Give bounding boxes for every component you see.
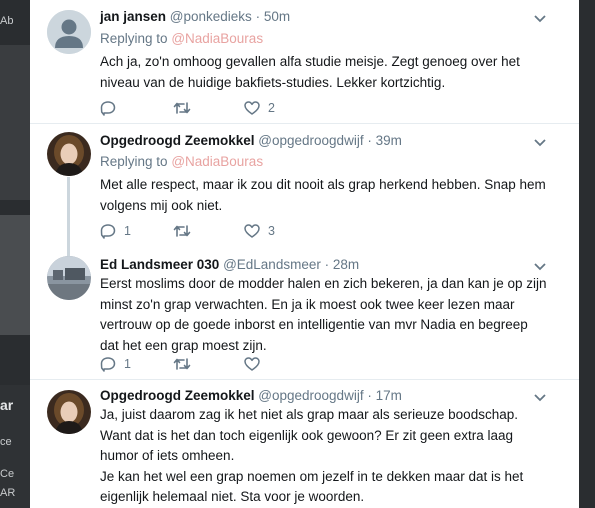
- display-name[interactable]: Ed Landsmeer 030: [100, 257, 219, 272]
- like-button[interactable]: 3: [244, 222, 275, 240]
- timestamp[interactable]: 17m: [376, 388, 402, 403]
- avatar[interactable]: [47, 10, 91, 54]
- background-photo: [0, 45, 30, 200]
- background-page-right: [579, 0, 595, 508]
- tweet-paragraph: Je kan het wel een grap noemen om jezelf…: [100, 468, 524, 505]
- replying-to: Replying to @NadiaBouras: [100, 153, 263, 171]
- chevron-down-icon[interactable]: [533, 393, 547, 403]
- background-text-fragment: ce: [0, 436, 12, 448]
- timestamp[interactable]: 28m: [333, 257, 359, 272]
- background-text-fragment: Ce: [0, 468, 15, 480]
- replying-to-label: Replying to: [100, 31, 168, 46]
- mention-link[interactable]: @NadiaBouras: [171, 154, 263, 169]
- replying-to-label: Replying to: [100, 154, 168, 169]
- tweet-header: Ed Landsmeer 030 @EdLandsmeer · 28m: [100, 256, 359, 274]
- user-handle[interactable]: @opgedroogdwijf: [258, 133, 363, 148]
- separator-dot: ·: [255, 9, 261, 24]
- reply-button[interactable]: 1: [100, 355, 131, 373]
- conversation-panel: jan jansen @ponkedieks · 50m Replying to…: [30, 0, 579, 508]
- retweet-icon: [173, 358, 191, 370]
- reply-icon: [100, 101, 116, 116]
- tweet[interactable]: Opgedroogd Zeemokkel @opgedroogdwijf · 3…: [30, 124, 579, 248]
- user-handle[interactable]: @opgedroogdwijf: [258, 388, 363, 403]
- reply-icon: [100, 224, 116, 239]
- tweet-text: Met alle respect, maar ik zou dit nooit …: [100, 177, 546, 213]
- like-count: 2: [268, 101, 275, 115]
- reply-button[interactable]: 1: [100, 222, 131, 240]
- retweet-icon: [173, 225, 191, 237]
- retweet-button[interactable]: [173, 222, 199, 240]
- background-text-fragment: Ab: [0, 15, 14, 27]
- tweet[interactable]: jan jansen @ponkedieks · 50m Replying to…: [30, 0, 579, 124]
- retweet-button[interactable]: [173, 355, 199, 373]
- like-button[interactable]: [244, 355, 268, 373]
- display-name[interactable]: Opgedroogd Zeemokkel: [100, 388, 255, 403]
- background-text-fragment: ar: [0, 397, 14, 413]
- user-handle[interactable]: @ponkedieks: [170, 9, 252, 24]
- mention-link[interactable]: @NadiaBouras: [171, 31, 263, 46]
- tweet[interactable]: Opgedroogd Zeemokkel @opgedroogdwijf · 1…: [30, 380, 579, 508]
- reply-button[interactable]: [100, 99, 124, 117]
- tweet-header: jan jansen @ponkedieks · 50m: [100, 8, 290, 26]
- heart-icon: [244, 101, 260, 115]
- display-name[interactable]: Opgedroogd Zeemokkel: [100, 133, 255, 148]
- retweet-button[interactable]: [173, 99, 199, 117]
- avatar[interactable]: [47, 132, 91, 176]
- tweet-header: Opgedroogd Zeemokkel @opgedroogdwijf · 1…: [100, 387, 402, 405]
- tweet-paragraph: Ja, juist daarom zag ik het niet als gra…: [100, 407, 518, 463]
- separator-dot: ·: [324, 257, 330, 272]
- reply-icon: [100, 357, 116, 372]
- chevron-down-icon[interactable]: [533, 14, 547, 24]
- timestamp[interactable]: 50m: [264, 9, 290, 24]
- user-handle[interactable]: @EdLandsmeer: [223, 257, 321, 272]
- separator-dot: ·: [367, 388, 372, 403]
- heart-icon: [244, 357, 260, 371]
- retweet-icon: [173, 102, 191, 114]
- chevron-down-icon[interactable]: [533, 138, 547, 148]
- background-photo: [0, 215, 30, 335]
- display-name[interactable]: jan jansen: [100, 9, 166, 24]
- chevron-down-icon[interactable]: [533, 262, 547, 272]
- separator-dot: ·: [367, 133, 372, 148]
- tweet[interactable]: Ed Landsmeer 030 @EdLandsmeer · 28m Eers…: [30, 248, 579, 380]
- replying-to: Replying to @NadiaBouras: [100, 30, 263, 48]
- like-count: 3: [268, 224, 275, 238]
- timestamp[interactable]: 39m: [376, 133, 402, 148]
- reply-count: 1: [124, 224, 131, 238]
- like-button[interactable]: 2: [244, 99, 275, 117]
- avatar[interactable]: [47, 390, 91, 434]
- background-text-fragment: AR: [0, 487, 16, 499]
- tweet-text: Ach ja, zo'n omhoog gevallen alfa studie…: [100, 54, 520, 90]
- tweet-text: Ja, juist daarom zag ik het niet als gra…: [100, 405, 550, 508]
- tweet-text: Eerst moslims door de modder halen en zi…: [100, 276, 547, 353]
- heart-icon: [244, 224, 260, 238]
- avatar[interactable]: [47, 256, 91, 300]
- tweet-header: Opgedroogd Zeemokkel @opgedroogdwijf · 3…: [100, 132, 402, 150]
- reply-count: 1: [124, 357, 131, 371]
- background-page-left: Ab ar ce Ce AR: [0, 0, 30, 508]
